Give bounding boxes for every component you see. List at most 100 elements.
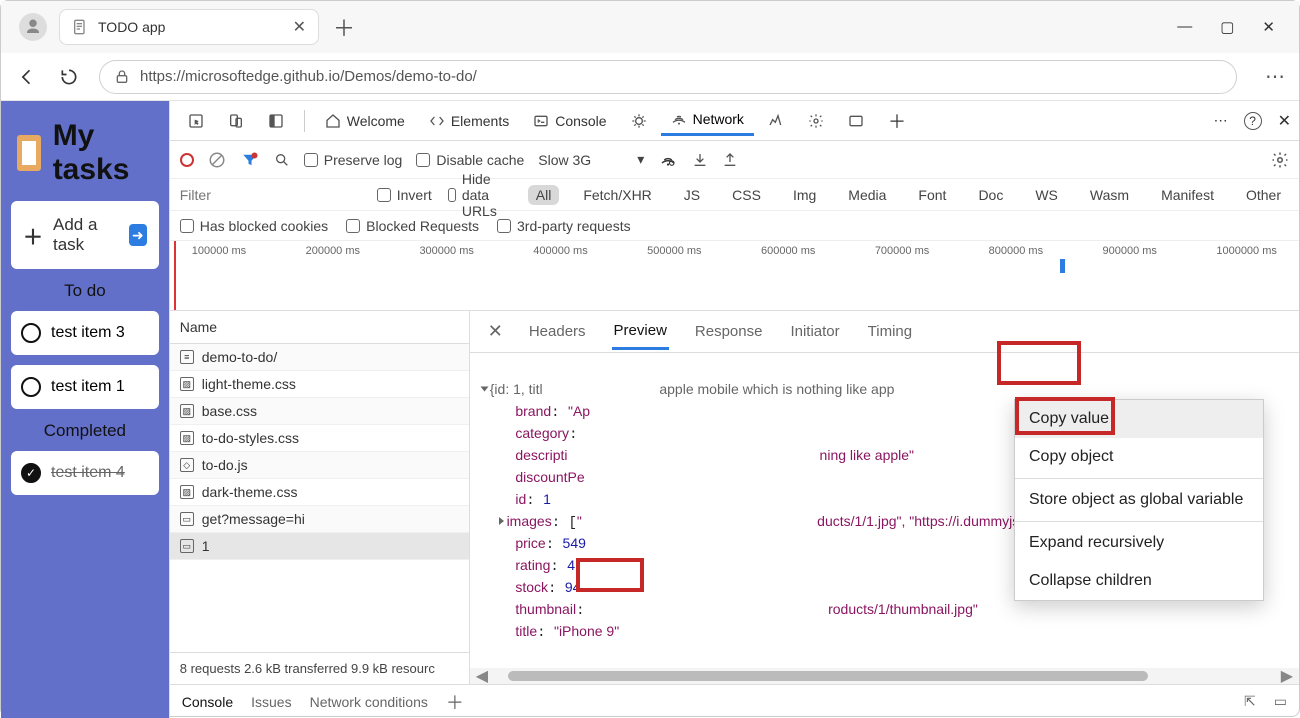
browser-menu-icon[interactable]: ⋯ bbox=[1265, 64, 1285, 89]
tab-window[interactable] bbox=[838, 107, 874, 135]
task-item[interactable]: test item 1 bbox=[11, 365, 159, 409]
drawer-console[interactable]: Console bbox=[182, 694, 233, 710]
refresh-button[interactable] bbox=[57, 65, 81, 89]
task-check-icon[interactable] bbox=[21, 463, 41, 483]
third-party-checkbox[interactable] bbox=[497, 219, 511, 233]
invert-checkbox[interactable] bbox=[377, 188, 391, 202]
drawer-network-conditions[interactable]: Network conditions bbox=[310, 694, 428, 710]
filter-icon[interactable] bbox=[240, 151, 260, 169]
network-timeline[interactable]: 100000 ms 200000 ms 300000 ms 400000 ms … bbox=[170, 241, 1299, 311]
filter-type[interactable]: Fetch/XHR bbox=[575, 185, 659, 205]
request-row-selected[interactable]: ▭1 bbox=[170, 533, 469, 560]
browser-tabstrip: TODO app ✕ ＋ — ▢ ✕ bbox=[1, 1, 1299, 53]
request-row[interactable]: ▭get?message=hi bbox=[170, 506, 469, 533]
browser-tab[interactable]: TODO app ✕ bbox=[59, 9, 319, 45]
request-row[interactable]: ▨to-do-styles.css bbox=[170, 425, 469, 452]
task-circle-icon[interactable] bbox=[21, 377, 41, 397]
filter-type[interactable]: Img bbox=[785, 185, 824, 205]
dock-button[interactable] bbox=[258, 107, 294, 135]
network-conditions-icon[interactable] bbox=[658, 151, 678, 169]
clear-button[interactable] bbox=[208, 151, 226, 169]
request-row[interactable]: ▨light-theme.css bbox=[170, 371, 469, 398]
tab-welcome[interactable]: Welcome bbox=[315, 107, 415, 135]
tab-elements[interactable]: Elements bbox=[419, 107, 519, 135]
context-menu: Copy value Copy object Store object as g… bbox=[1014, 399, 1264, 601]
request-status-bar: 8 requests 2.6 kB transferred 9.9 kB res… bbox=[170, 652, 469, 684]
network-toolbar: Preserve log Disable cache Slow 3G▾ bbox=[170, 141, 1299, 179]
throttle-select[interactable]: Slow 3G▾ bbox=[538, 151, 644, 168]
tab-debug[interactable] bbox=[621, 107, 657, 135]
window-close[interactable]: ✕ bbox=[1262, 18, 1275, 36]
close-tab-icon[interactable]: ✕ bbox=[293, 17, 306, 37]
detail-tab-response[interactable]: Response bbox=[693, 315, 765, 348]
ctx-copy-object[interactable]: Copy object bbox=[1015, 438, 1263, 476]
search-icon[interactable] bbox=[274, 152, 290, 168]
task-item[interactable]: test item 3 bbox=[11, 311, 159, 355]
tab-network[interactable]: Network bbox=[661, 105, 754, 136]
section-todo-heading: To do bbox=[11, 281, 159, 301]
drawer-add-icon[interactable]: ＋ bbox=[446, 689, 464, 715]
network-settings-icon[interactable] bbox=[1271, 151, 1289, 169]
profile-avatar[interactable] bbox=[19, 13, 47, 41]
help-icon[interactable]: ? bbox=[1244, 112, 1262, 130]
ctx-expand-recursive[interactable]: Expand recursively bbox=[1015, 524, 1263, 562]
blocked-cookies-checkbox[interactable] bbox=[180, 219, 194, 233]
filter-type[interactable]: Media bbox=[840, 185, 894, 205]
xhr-icon: ▭ bbox=[180, 539, 194, 553]
new-tab-button[interactable]: ＋ bbox=[333, 11, 355, 43]
filter-type[interactable]: Font bbox=[910, 185, 954, 205]
tab-performance[interactable] bbox=[758, 107, 794, 135]
ctx-copy-value[interactable]: Copy value bbox=[1015, 400, 1263, 438]
tab-console[interactable]: Console bbox=[523, 107, 616, 135]
filter-type[interactable]: Doc bbox=[970, 185, 1011, 205]
request-row[interactable]: ◇to-do.js bbox=[170, 452, 469, 479]
css-icon: ▨ bbox=[180, 377, 194, 391]
preserve-log-label: Preserve log bbox=[324, 152, 403, 168]
drawer-expand-icon[interactable]: ⇱ bbox=[1244, 693, 1256, 710]
disable-cache-checkbox[interactable] bbox=[416, 153, 430, 167]
filter-type[interactable]: Wasm bbox=[1082, 185, 1137, 205]
filter-type[interactable]: Manifest bbox=[1153, 185, 1222, 205]
drawer-issues[interactable]: Issues bbox=[251, 694, 291, 710]
close-detail-icon[interactable]: ✕ bbox=[488, 321, 503, 342]
ctx-collapse-children[interactable]: Collapse children bbox=[1015, 562, 1263, 600]
ctx-store-global[interactable]: Store object as global variable bbox=[1015, 481, 1263, 519]
filter-type[interactable]: All bbox=[528, 185, 560, 205]
device-button[interactable] bbox=[218, 107, 254, 135]
lock-icon bbox=[114, 69, 130, 85]
request-row[interactable]: ≡demo-to-do/ bbox=[170, 344, 469, 371]
detail-tab-timing[interactable]: Timing bbox=[866, 315, 914, 348]
add-task-input[interactable]: ＋ Add a task ➜ bbox=[11, 201, 159, 269]
window-maximize[interactable]: ▢ bbox=[1220, 18, 1234, 36]
filter-type[interactable]: Other bbox=[1238, 185, 1289, 205]
request-row[interactable]: ▨base.css bbox=[170, 398, 469, 425]
task-circle-icon[interactable] bbox=[21, 323, 41, 343]
address-bar[interactable]: https://microsoftedge.github.io/Demos/de… bbox=[99, 60, 1237, 94]
detail-tab-initiator[interactable]: Initiator bbox=[788, 315, 841, 348]
hide-urls-checkbox[interactable] bbox=[448, 188, 456, 202]
inspect-button[interactable] bbox=[178, 107, 214, 135]
window-minimize[interactable]: — bbox=[1177, 18, 1192, 36]
import-icon[interactable] bbox=[692, 152, 708, 168]
preserve-log-checkbox[interactable] bbox=[304, 153, 318, 167]
back-button[interactable] bbox=[15, 65, 39, 89]
export-icon[interactable] bbox=[722, 152, 738, 168]
notepad-icon bbox=[17, 135, 41, 171]
filter-type[interactable]: JS bbox=[676, 185, 708, 205]
filter-type[interactable]: WS bbox=[1027, 185, 1066, 205]
submit-task-button[interactable]: ➜ bbox=[129, 224, 147, 246]
blocked-requests-checkbox[interactable] bbox=[346, 219, 360, 233]
request-row[interactable]: ▨dark-theme.css bbox=[170, 479, 469, 506]
tab-application[interactable] bbox=[798, 107, 834, 135]
more-tabs-button[interactable]: ＋ bbox=[878, 102, 916, 140]
devtools-close-icon[interactable]: ✕ bbox=[1278, 111, 1291, 131]
drawer-dock-icon[interactable]: ▭ bbox=[1274, 693, 1287, 710]
record-button[interactable] bbox=[180, 153, 194, 167]
detail-tab-preview[interactable]: Preview bbox=[612, 314, 669, 350]
task-item-completed[interactable]: test item 4 bbox=[11, 451, 159, 495]
devtools-menu-icon[interactable]: ⋯ bbox=[1214, 112, 1228, 129]
horizontal-scrollbar[interactable]: ◀▶ bbox=[470, 668, 1299, 684]
filter-type[interactable]: CSS bbox=[724, 185, 769, 205]
filter-input[interactable] bbox=[180, 187, 361, 203]
detail-tab-headers[interactable]: Headers bbox=[527, 315, 588, 348]
